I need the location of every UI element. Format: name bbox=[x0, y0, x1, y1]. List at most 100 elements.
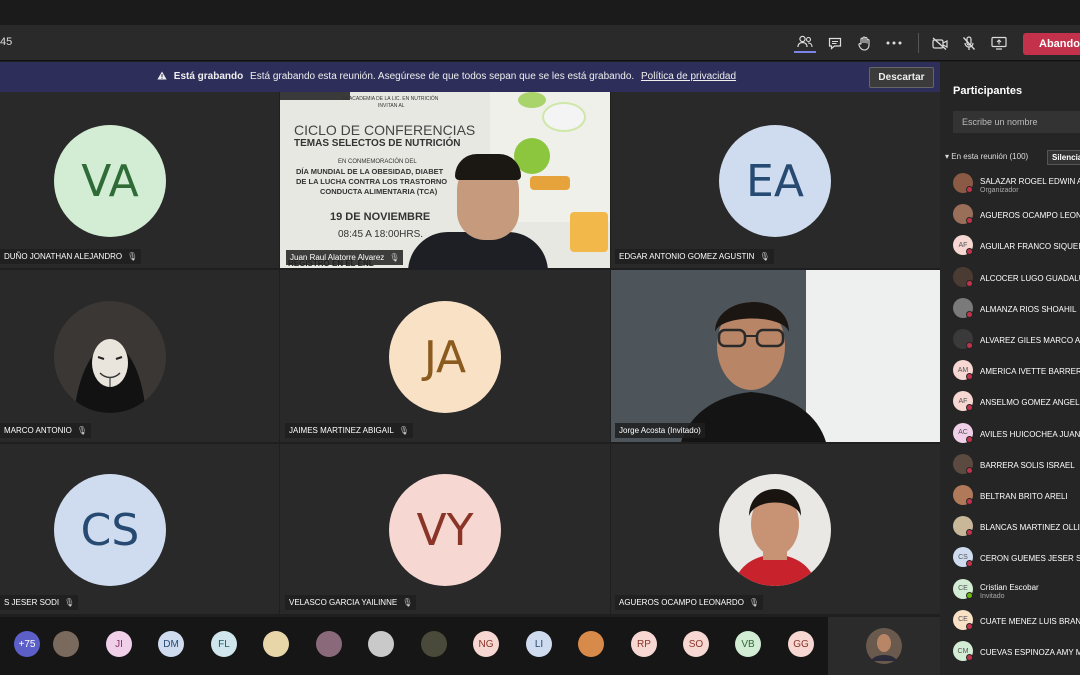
participant-tile[interactable]: JA JAIMES MARTINEZ ABIGAIL 🎙 bbox=[280, 270, 610, 442]
participant-list-item[interactable]: BELTRAN BRITO ARELI bbox=[953, 481, 1080, 509]
mic-off-icon bbox=[963, 35, 975, 50]
participant-name: ALMANZA RIOS SHOAHIL bbox=[980, 304, 1077, 314]
avatar-initials: VA bbox=[81, 155, 139, 207]
slide-title-1: CICLO DE CONFERENCIAS bbox=[294, 122, 476, 138]
meeting-toolbar: 45 Abandonar bbox=[0, 25, 1080, 61]
participant-name: S JESER SODI bbox=[4, 598, 60, 607]
show-chat-button[interactable] bbox=[824, 33, 846, 53]
leave-meeting-button[interactable]: Abandonar bbox=[1023, 33, 1080, 55]
more-icon bbox=[886, 41, 902, 45]
more-participants-button[interactable]: +75 bbox=[14, 631, 40, 657]
participant-name: CUEVAS ESPINOZA AMY M bbox=[980, 648, 1080, 657]
participant-list-item[interactable]: CE CUATE MENEZ LUIS BRAN bbox=[953, 606, 1080, 634]
participant-name: Jorge Acosta (Invitado) bbox=[619, 426, 701, 435]
mic-off-icon: 🎙 bbox=[76, 426, 88, 435]
overflow-participant-avatar[interactable]: JI bbox=[106, 631, 132, 657]
participant-tile[interactable]: EA EDGAR ANTONIO GOMEZ AGUSTIN 🎙 bbox=[611, 92, 940, 268]
participant-tile[interactable]: VY VELASCO GARCIA YAILINNE 🎙 bbox=[280, 444, 610, 614]
leave-label: Abandonar bbox=[1039, 38, 1080, 50]
participant-name: VELASCO GARCIA YAILINNE bbox=[289, 598, 398, 607]
participant-list-item[interactable]: CS CERON GUEMES JESER SO bbox=[953, 543, 1080, 571]
participant-list-item[interactable]: AM AMERICA IVETTE BARRERA bbox=[953, 356, 1080, 384]
participant-list-item[interactable]: CM CUEVAS ESPINOZA AMY M bbox=[953, 637, 1080, 665]
avatar-initials: VY bbox=[416, 504, 474, 556]
mute-all-button[interactable]: Silenciar bbox=[1047, 150, 1080, 165]
participant-name: DUÑO JONATHAN ALEJANDRO bbox=[4, 252, 123, 261]
in-meeting-section-header[interactable]: ▾ En esta reunión (100) bbox=[945, 152, 1028, 161]
participant-list-item[interactable]: AC AVILES HUICOCHEA JUAN bbox=[953, 419, 1080, 447]
participant-name-tag: DUÑO JONATHAN ALEJANDRO 🎙 bbox=[0, 249, 142, 264]
recording-banner-text: Está grabando esta reunión. Asegúrese de… bbox=[250, 71, 635, 82]
participant-list-item[interactable]: AF AGUILAR FRANCO SIQUEI bbox=[953, 231, 1080, 259]
participant-tile[interactable]: CS S JESER SODI 🎙 bbox=[0, 444, 279, 614]
camera-toggle-button[interactable] bbox=[929, 33, 951, 53]
show-participants-button[interactable] bbox=[794, 33, 816, 53]
more-actions-button[interactable] bbox=[883, 33, 905, 53]
raise-hand-button[interactable] bbox=[853, 33, 875, 53]
participant-search-input[interactable]: Escribe un nombre bbox=[953, 111, 1080, 133]
presence-status-icon bbox=[966, 529, 973, 537]
presence-status-icon bbox=[966, 591, 973, 599]
participant-name: Cristian Escobar bbox=[980, 582, 1039, 592]
overflow-participant-avatar[interactable]: LI bbox=[526, 631, 552, 657]
participant-list-item[interactable]: AGUEROS OCAMPO LEON bbox=[953, 200, 1080, 228]
overflow-participant-avatar[interactable]: VB bbox=[735, 631, 761, 657]
overflow-participant-avatar[interactable]: FL bbox=[211, 631, 237, 657]
avatar-initials: JA bbox=[423, 331, 467, 383]
recording-banner-title: Está grabando bbox=[173, 71, 244, 82]
meeting-timer: 45 bbox=[0, 36, 13, 48]
participant-avatar: VA bbox=[54, 125, 166, 237]
dismiss-banner-button[interactable]: Descartar bbox=[869, 67, 934, 88]
overflow-participant-avatar[interactable] bbox=[368, 631, 394, 657]
slide-subtitle-3: DE LA LUCHA CONTRA LOS TRASTORNO bbox=[296, 177, 448, 186]
participant-list-item[interactable]: AF ANSELMO GOMEZ ANGEL bbox=[953, 387, 1080, 415]
participant-list-item[interactable]: BLANCAS MARTINEZ OLLI bbox=[953, 512, 1080, 540]
overflow-participant-avatar[interactable] bbox=[53, 631, 79, 657]
slide-time: 08:45 A 18:00HRS. bbox=[338, 229, 424, 240]
participant-list-item[interactable]: BARRERA SOLIS ISRAEL bbox=[953, 450, 1080, 478]
overflow-participant-strip: +75 JI DM FL NG LI RP SO VB GG bbox=[0, 617, 828, 675]
overflow-participant-avatar[interactable] bbox=[263, 631, 289, 657]
participant-list-item[interactable]: CE Cristian Escobar Invitado bbox=[953, 575, 1080, 603]
presence-status-icon bbox=[966, 279, 973, 287]
overflow-participant-avatar[interactable]: SO bbox=[683, 631, 709, 657]
presence-status-icon bbox=[966, 404, 973, 412]
mic-off-icon: 🎙 bbox=[759, 252, 770, 261]
presence-status-icon bbox=[966, 435, 973, 443]
participant-name: BARRERA SOLIS ISRAEL bbox=[980, 460, 1075, 470]
overflow-participant-avatar[interactable]: DM bbox=[158, 631, 184, 657]
participant-name: CUATE MENEZ LUIS BRAN bbox=[980, 616, 1080, 626]
avatar-initials: CS bbox=[80, 504, 140, 556]
mic-off-icon: 🎙 bbox=[402, 598, 413, 607]
presence-status-icon bbox=[966, 342, 973, 349]
participant-photo bbox=[719, 474, 831, 586]
share-screen-button[interactable] bbox=[988, 33, 1010, 53]
participant-avatar: EA bbox=[719, 125, 831, 237]
participant-tile[interactable]: MARCO ANTONIO 🎙 bbox=[0, 270, 279, 442]
participant-name: AVILES HUICOCHEA JUAN bbox=[980, 429, 1080, 439]
participant-list-item[interactable]: SALAZAR ROGEL EDWIN A Organizador bbox=[953, 169, 1080, 197]
overflow-participant-avatar[interactable] bbox=[316, 631, 342, 657]
presence-status-icon bbox=[966, 560, 973, 568]
overflow-participant-avatar[interactable]: RP bbox=[631, 631, 657, 657]
participant-list-item[interactable]: ALVAREZ GILES MARCO A bbox=[953, 325, 1080, 353]
participant-avatar: VY bbox=[389, 474, 501, 586]
presence-status-icon bbox=[966, 217, 973, 225]
participant-list-item[interactable]: ALCOCER LUGO GUADALU bbox=[953, 263, 1080, 291]
participant-tile[interactable]: AGUEROS OCAMPO LEONARDO 🎙 bbox=[611, 444, 940, 614]
privacy-policy-link[interactable]: Política de privacidad bbox=[641, 71, 736, 82]
overflow-participant-avatar[interactable] bbox=[578, 631, 604, 657]
microphone-toggle-button[interactable] bbox=[958, 33, 980, 53]
people-icon bbox=[797, 35, 813, 48]
participant-list-item[interactable]: ALMANZA RIOS SHOAHIL bbox=[953, 294, 1080, 322]
participant-tile[interactable]: VA DUÑO JONATHAN ALEJANDRO 🎙 bbox=[0, 92, 279, 268]
self-view-tile[interactable] bbox=[828, 617, 940, 675]
presence-status-icon bbox=[966, 186, 973, 193]
participant-name-tag: Jorge Acosta (Invitado) bbox=[615, 423, 705, 438]
overflow-participant-avatar[interactable]: GG bbox=[788, 631, 814, 657]
overflow-participant-avatar[interactable]: NG bbox=[473, 631, 499, 657]
chat-icon bbox=[828, 37, 842, 50]
participant-name: AGUEROS OCAMPO LEONARDO bbox=[619, 598, 744, 607]
overflow-participant-avatar[interactable] bbox=[421, 631, 447, 657]
participant-video-tile[interactable]: Jorge Acosta (Invitado) bbox=[611, 270, 940, 442]
